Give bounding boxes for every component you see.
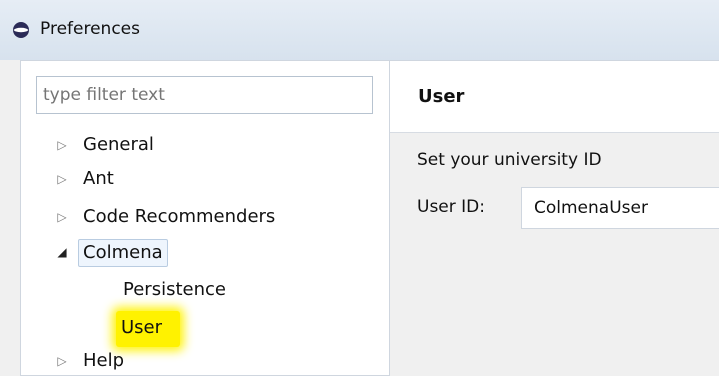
- user-id-input[interactable]: [534, 196, 714, 220]
- preferences-content: ▷ General ▷ Ant ▷ Code Recommenders ◢ Co…: [20, 60, 719, 376]
- tree-item-general[interactable]: ▷ General: [21, 131, 391, 159]
- preferences-tree-pane: ▷ General ▷ Ant ▷ Code Recommenders ◢ Co…: [20, 60, 390, 376]
- triangle-right-icon[interactable]: ▷: [56, 139, 68, 151]
- preferences-window: Preferences ▷ General ▷ Ant ▷ Code Recom…: [0, 0, 719, 376]
- eclipse-preferences-icon: [13, 22, 29, 38]
- title-bar: Preferences: [0, 0, 719, 60]
- user-id-label: User ID:: [417, 197, 485, 217]
- preference-page-pane: User Set your university ID User ID:: [390, 60, 719, 376]
- tree-item-label: General: [83, 134, 154, 155]
- tree-item-help[interactable]: ▷ Help: [21, 347, 391, 375]
- tree-item-colmena[interactable]: ◢ Colmena: [21, 238, 391, 267]
- page-title: User: [418, 86, 465, 107]
- tree-item-label: Ant: [83, 168, 114, 189]
- tree-item-label-selected: Colmena: [78, 239, 168, 267]
- window-title: Preferences: [40, 19, 140, 39]
- triangle-right-icon[interactable]: ▷: [56, 211, 68, 223]
- tree-item-persistence[interactable]: Persistence: [123, 276, 226, 304]
- tree-item-label: Help: [83, 350, 125, 371]
- page-header: User: [390, 61, 719, 133]
- filter-field[interactable]: [36, 76, 373, 114]
- tree-item-label: Code Recommenders: [83, 206, 276, 227]
- tree-item-code-recommenders[interactable]: ▷ Code Recommenders: [21, 203, 391, 231]
- triangle-right-icon[interactable]: ▷: [56, 355, 68, 367]
- tree-item-ant[interactable]: ▷ Ant: [21, 165, 391, 193]
- filter-input[interactable]: [41, 80, 369, 110]
- triangle-right-icon[interactable]: ▷: [56, 173, 68, 185]
- user-id-field[interactable]: [521, 187, 719, 229]
- tree-item-user[interactable]: User: [121, 314, 162, 342]
- triangle-down-icon[interactable]: ◢: [56, 246, 68, 258]
- instruction-text: Set your university ID: [417, 150, 602, 170]
